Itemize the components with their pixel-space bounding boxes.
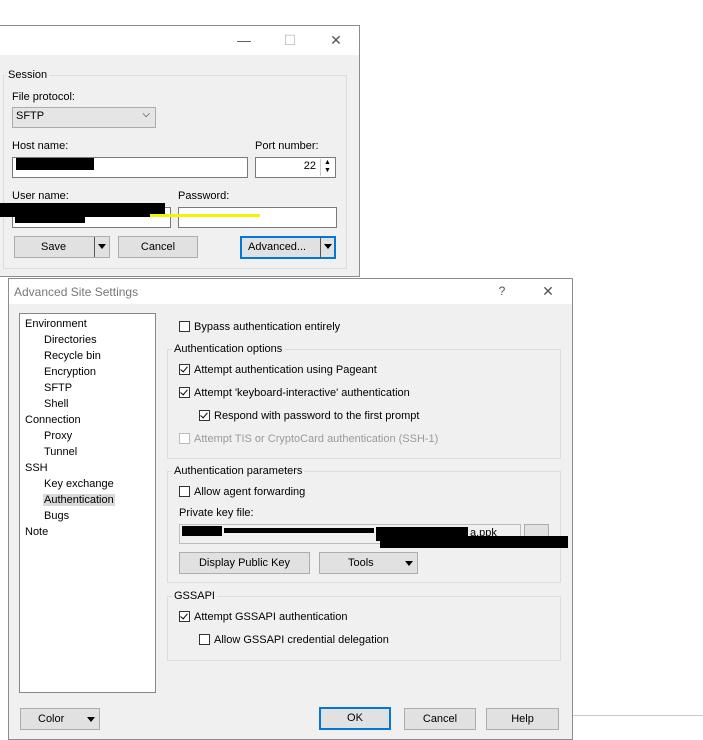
gssapi-checkbox[interactable] [179,611,190,622]
advanced-titlebar: Advanced Site Settings ? ✕ [9,279,572,304]
gssapi-title: GSSAPI [172,590,217,602]
tree-item-connection[interactable]: Connection [25,414,81,426]
file-protocol-label: File protocol: [12,91,75,103]
host-name-label: Host name: [12,140,69,152]
display-public-key-button[interactable]: Display Public Key [179,552,310,574]
maximize-button[interactable]: ☐ [267,26,313,55]
tis-label: Attempt TIS or CryptoCard authentication… [194,433,439,445]
caret-down-icon [324,244,332,249]
caret-down-icon [405,561,413,566]
cancel-button[interactable]: Cancel [404,708,476,730]
minimize-button[interactable]: — [221,26,267,55]
tools-button[interactable]: Tools [319,552,418,574]
user-name-label: User name: [12,190,69,202]
agent-forwarding-label: Allow agent forwarding [194,486,306,498]
auth-options-title: Authentication options [172,343,285,355]
tree-item-bugs[interactable]: Bugs [44,510,69,522]
background-line [572,715,703,716]
keyboard-interactive-checkbox[interactable] [179,387,190,398]
color-button[interactable]: Color [20,708,100,730]
ok-button[interactable]: OK [319,707,391,730]
settings-tree[interactable]: Environment Directories Recycle bin Encr… [19,313,156,693]
password-field[interactable] [178,207,337,228]
cancel-button[interactable]: Cancel [118,236,198,258]
file-protocol-value: SFTP [16,110,45,122]
gssapi-label: Attempt GSSAPI authentication [194,611,348,623]
session-group-label: Session [6,69,50,81]
window-title: Advanced Site Settings [14,285,139,299]
bypass-auth-label: Bypass authentication entirely [194,321,341,333]
tis-checkbox [179,433,190,444]
host-name-redaction [16,158,94,170]
bypass-auth-checkbox[interactable] [179,321,190,332]
pageant-label: Attempt authentication using Pageant [194,364,377,376]
tree-item-key-exchange[interactable]: Key exchange [44,478,114,490]
respond-password-checkbox[interactable] [199,410,210,421]
respond-password-label: Respond with password to the first promp… [214,410,420,422]
private-key-redaction-1 [182,526,222,536]
advanced-site-settings-window: Advanced Site Settings ? ✕ Environment D… [8,278,573,740]
help-question-button[interactable]: ? [479,279,525,304]
password-label: Password: [178,190,230,202]
tree-item-note[interactable]: Note [25,526,48,538]
close-button[interactable]: ✕ [313,26,359,55]
tree-item-authentication[interactable]: Authentication [43,494,115,506]
keyboard-interactive-label: Attempt 'keyboard-interactive' authentic… [194,387,410,399]
tree-item-environment[interactable]: Environment [25,318,87,330]
caret-down-icon [98,244,106,249]
caret-down-icon [87,717,95,722]
user-name-redaction-2 [15,213,85,223]
file-protocol-select[interactable]: SFTP ⌵ [12,107,156,128]
session-titlebar: — ☐ ✕ [0,26,359,55]
gssapi-delegation-checkbox[interactable] [199,634,210,645]
tree-item-tunnel[interactable]: Tunnel [44,446,77,458]
tree-item-encryption[interactable]: Encryption [44,366,96,378]
agent-forwarding-checkbox[interactable] [179,486,190,497]
port-spinner[interactable]: ▲ ▼ [320,159,334,176]
advanced-button[interactable]: Advanced... [240,236,336,259]
gssapi-group [167,596,561,661]
auth-params-title: Authentication parameters [172,465,305,477]
advanced-dropdown-toggle[interactable] [320,237,335,258]
tree-item-sftp[interactable]: SFTP [44,382,72,394]
private-key-redaction-4 [380,536,568,548]
tree-item-directories[interactable]: Directories [44,334,97,346]
close-button[interactable]: ✕ [525,279,571,304]
tree-item-ssh[interactable]: SSH [25,462,48,474]
save-dropdown-toggle[interactable] [94,237,109,257]
help-button[interactable]: Help [486,708,559,730]
chevron-down-icon: ⌵ [142,109,150,120]
port-number-label: Port number: [255,140,319,152]
gssapi-delegation-label: Allow GSSAPI credential delegation [214,634,389,646]
private-key-label: Private key file: [179,507,254,519]
private-key-redaction-2 [224,528,374,533]
tree-item-recycle-bin[interactable]: Recycle bin [44,350,101,362]
tree-item-proxy[interactable]: Proxy [44,430,72,442]
tree-item-shell[interactable]: Shell [44,398,68,410]
session-window: — ☐ ✕ Session File protocol: SFTP ⌵ Host… [0,25,360,277]
save-button[interactable]: Save [14,236,110,258]
yellow-highlight-mark [150,214,260,217]
pageant-checkbox[interactable] [179,364,190,375]
